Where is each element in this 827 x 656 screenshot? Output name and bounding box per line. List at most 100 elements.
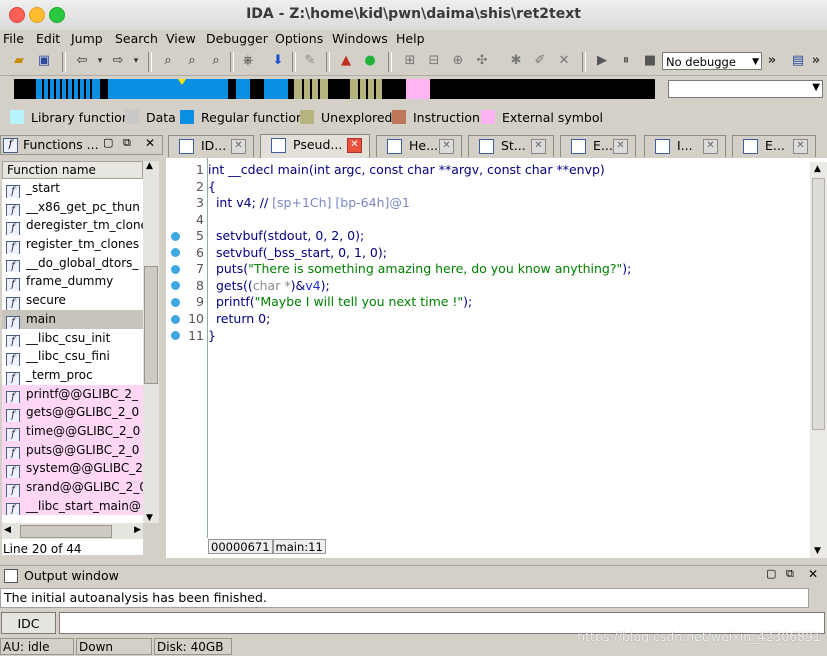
code-line-1[interactable]: int __cdecl main(int argc, const char **… — [208, 162, 605, 177]
menu-debugger[interactable]: Debugger — [206, 31, 268, 46]
code-line-5[interactable]: setvbuf(stdout, 0, 2, 0); — [208, 228, 364, 243]
debugger-select[interactable]: No debugge ▼ — [662, 52, 762, 70]
function-list-item[interactable]: f srand@@GLIBC_2_0 — [2, 478, 143, 497]
star-icon[interactable]: ✱ — [508, 53, 524, 69]
menu-search[interactable]: Search — [115, 31, 158, 46]
breakpoint-dot[interactable] — [171, 331, 180, 340]
functions-vertical-scrollbar[interactable]: ▲ ▼ — [143, 161, 159, 523]
down-arrow-icon[interactable]: ⬇ — [270, 53, 286, 69]
float-panel-icon[interactable]: ⧉ — [123, 136, 131, 150]
close-tab-icon[interactable]: ✕ — [793, 139, 808, 154]
idc-language-button[interactable]: IDC — [1, 612, 56, 634]
stop-icon[interactable]: ■ — [642, 53, 658, 69]
more-icon[interactable]: » — [808, 53, 824, 69]
play-icon[interactable]: ▶ — [594, 53, 610, 69]
breakpoint-dot[interactable] — [171, 281, 180, 290]
scroll-left-icon[interactable]: ◀ — [4, 525, 11, 535]
close-panel-icon[interactable]: ✕ — [808, 567, 818, 581]
breakpoint-dot[interactable] — [171, 265, 180, 274]
functions-list[interactable]: f _start f __x86_get_pc_thun f deregister_tm_… — [2, 179, 143, 555]
function-list-item[interactable]: f deregister_tm_clone — [2, 216, 143, 236]
restore-panel-icon[interactable]: ▢ — [103, 136, 113, 149]
chevron-down-icon[interactable]: ▾ — [128, 53, 144, 69]
scrollbar-thumb[interactable] — [20, 525, 112, 538]
menu-help[interactable]: Help — [396, 31, 425, 46]
scroll-down-icon[interactable]: ▼ — [814, 546, 821, 556]
function-name-column-header[interactable]: Function name — [2, 161, 143, 179]
function-list-item[interactable]: f printf@@GLIBC_2_ — [2, 384, 143, 404]
green-circle-icon[interactable]: ● — [362, 53, 378, 69]
scrollbar-thumb[interactable] — [144, 266, 158, 384]
tab-hex-view[interactable]: He... ✕ — [376, 135, 462, 157]
pause-icon[interactable]: ⏸ — [618, 53, 634, 69]
text-search-icon[interactable]: ⌕ — [184, 53, 200, 69]
variable-reference[interactable]: v4 — [305, 278, 320, 293]
code-line-10[interactable]: return 0; — [208, 311, 270, 326]
cross-icon[interactable]: ✕ — [556, 53, 572, 69]
menu-options[interactable]: Options — [275, 31, 323, 46]
function-list-item[interactable]: f _term_proc — [2, 366, 143, 385]
proximity-icon[interactable]: ⊟ — [426, 53, 442, 69]
menu-file[interactable]: File — [3, 31, 24, 46]
float-panel-icon[interactable]: ⧉ — [786, 567, 794, 581]
tab-imports[interactable]: I... ✕ — [644, 135, 726, 157]
function-list-item[interactable]: f system@@GLIBC_2_ — [2, 459, 143, 478]
scroll-down-icon[interactable]: ▼ — [146, 513, 153, 523]
close-tab-icon[interactable]: ✕ — [703, 139, 718, 154]
code-vertical-scrollbar[interactable]: ▲ ▼ — [810, 162, 827, 558]
tab-exports[interactable]: E... ✕ — [732, 135, 816, 157]
code-line-2[interactable]: { — [208, 179, 216, 194]
function-list-item[interactable]: f register_tm_clones — [2, 235, 143, 254]
function-list-item[interactable]: f __libc_csu_fini — [2, 347, 143, 366]
navigation-band[interactable] — [14, 79, 655, 99]
tab-structures[interactable]: St... ✕ — [468, 135, 554, 157]
code-line-11[interactable]: } — [208, 328, 216, 343]
menu-jump[interactable]: Jump — [71, 31, 103, 46]
open-folder-icon[interactable]: ▰ — [11, 53, 27, 69]
menu-edit[interactable]: Edit — [36, 31, 60, 46]
tab-ida-view[interactable]: ID... ✕ — [168, 135, 254, 157]
menu-view[interactable]: View — [166, 31, 196, 46]
close-tab-icon[interactable]: ✕ — [613, 139, 628, 154]
breakpoint-dot[interactable] — [171, 315, 180, 324]
breakpoint-dot[interactable] — [171, 298, 180, 307]
restore-panel-icon[interactable]: ▢ — [766, 567, 776, 580]
function-list-item[interactable]: f gets@@GLIBC_2_0 — [2, 403, 143, 422]
function-list-item[interactable]: f __do_global_dtors_ — [2, 254, 143, 273]
close-tab-icon[interactable]: ✕ — [439, 139, 454, 154]
code-line-7[interactable]: puts("There is something amazing here, d… — [208, 261, 631, 276]
function-list-item[interactable]: f __libc_start_main@ — [2, 496, 143, 516]
pseudocode-view[interactable]: 1 2 3 4 5 6 7 8 9 10 11 int __cdecl main… — [166, 158, 827, 558]
binary-search-icon[interactable]: ⌕ — [160, 53, 176, 69]
function-list-item[interactable]: f frame_dummy — [2, 272, 143, 292]
close-panel-icon[interactable]: ✕ — [145, 136, 155, 150]
scroll-up-icon[interactable]: ▲ — [146, 161, 153, 171]
more-icon[interactable]: » — [764, 53, 780, 69]
scroll-right-icon[interactable]: ▶ — [134, 525, 141, 535]
back-arrow-icon[interactable]: ⇦ — [74, 53, 90, 69]
plus-icon[interactable]: ✣ — [474, 53, 490, 69]
scroll-up-icon[interactable]: ▲ — [814, 164, 821, 174]
close-tab-icon[interactable]: ✕ — [347, 138, 362, 153]
forward-arrow-icon[interactable]: ⇨ — [110, 53, 126, 69]
code-line-9[interactable]: printf("Maybe I will tell you next time … — [208, 294, 472, 309]
tab-pseudocode[interactable]: Pseud... ✕ — [260, 134, 370, 158]
nav-address-combo[interactable]: ▼ — [668, 80, 823, 98]
save-icon[interactable]: ▣ — [36, 53, 52, 69]
close-tab-icon[interactable]: ✕ — [231, 139, 246, 154]
menu-windows[interactable]: Windows — [332, 31, 388, 46]
tab-enums[interactable]: E... ✕ — [560, 135, 636, 157]
chevron-down-icon[interactable]: ▾ — [92, 53, 108, 69]
flow-icon[interactable]: ⊕ — [450, 53, 466, 69]
function-list-item[interactable]: f __x86_get_pc_thun — [2, 198, 143, 217]
function-list-item[interactable]: f _start — [2, 179, 143, 198]
breakpoint-dot[interactable] — [171, 248, 180, 257]
mark-icon[interactable]: ✎ — [302, 53, 318, 69]
function-list-item[interactable]: f time@@GLIBC_2_0 — [2, 421, 143, 441]
edit-icon[interactable]: ✐ — [532, 53, 548, 69]
breakpoint-dot[interactable] — [171, 232, 180, 241]
code-line-8[interactable]: gets((char *)&v4); — [208, 278, 330, 293]
search-next-icon[interactable]: ⌕ — [208, 53, 224, 69]
function-list-item[interactable]: f secure — [2, 291, 143, 310]
graph-icon[interactable]: ⊞ — [402, 53, 418, 69]
